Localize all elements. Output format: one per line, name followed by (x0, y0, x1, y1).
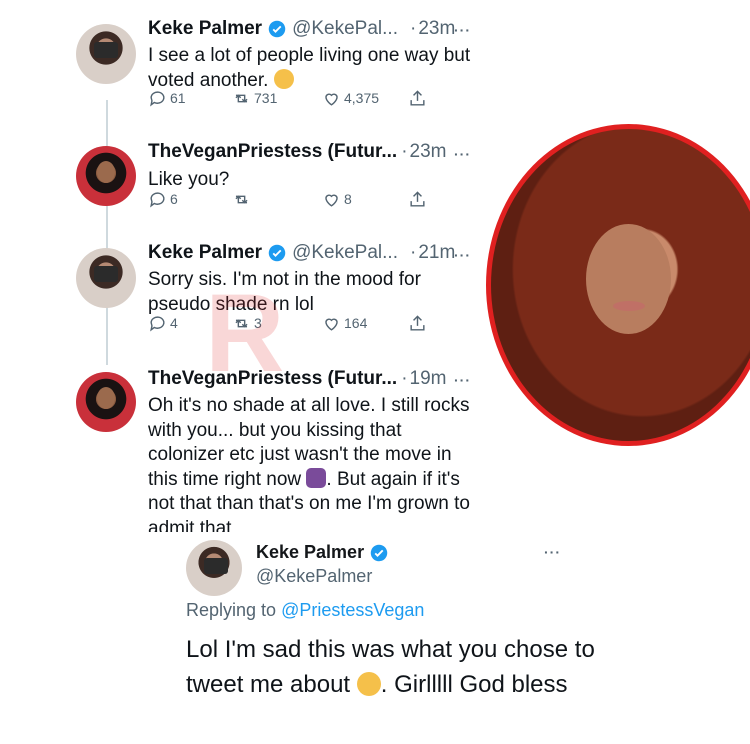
display-name[interactable]: TheVeganPriestess (Futur... (148, 368, 397, 390)
facepalm-emoji-icon (306, 467, 327, 488)
share-icon (410, 190, 425, 207)
replying-to: Replying to @PriestessVegan (186, 600, 424, 621)
tweet-text-content: Sorry sis. I'm not in the mood for pseud… (148, 269, 421, 315)
reply-name-line: Keke Palmer (256, 542, 394, 563)
share-icon (410, 314, 425, 331)
reply-icon (150, 191, 165, 208)
more-options-icon[interactable]: ··· (454, 22, 471, 38)
verified-badge-icon (370, 544, 388, 562)
reply-count: 61 (170, 90, 186, 106)
reply-icon (150, 315, 165, 332)
photo-face (586, 224, 671, 334)
reply-tweet[interactable]: Keke Palmer @KekePalmer ··· Replying to … (0, 532, 750, 744)
like-button[interactable]: 4,375 (322, 89, 379, 108)
separator-dot: · (401, 141, 408, 162)
share-icon (410, 89, 425, 106)
photo-lips (613, 301, 645, 311)
display-name[interactable]: Keke Palmer (148, 242, 262, 264)
heart-icon (325, 194, 338, 207)
separator-dot: · (409, 18, 417, 39)
timestamp[interactable]: 19m (410, 368, 447, 390)
avatar[interactable] (76, 372, 136, 432)
heart-icon (325, 318, 338, 331)
reply-count: 4 (170, 315, 178, 331)
reply-text-after: . Girlllll God bless (380, 671, 568, 698)
share-button[interactable] (408, 89, 430, 108)
like-count: 8 (344, 191, 352, 207)
more-options-icon[interactable]: ··· (454, 372, 471, 388)
tweet-text: I see a lot of people living one way but… (148, 44, 478, 93)
timestamp[interactable]: 21m (418, 242, 455, 264)
tweet-header: Keke Palmer @KekePal... · 23m (148, 18, 455, 40)
retweet-button[interactable]: 731 (232, 89, 277, 108)
woozy-emoji-icon (356, 672, 381, 696)
retweet-count: 731 (254, 90, 278, 106)
tweet-text-content: Like you? (148, 169, 230, 190)
more-options-icon[interactable]: ··· (544, 544, 561, 560)
separator-dot: · (401, 368, 408, 389)
handle[interactable]: @KekePal... (292, 242, 398, 264)
share-button[interactable] (408, 314, 430, 333)
timestamp[interactable]: 23m (418, 18, 455, 40)
tweet-text: Sorry sis. I'm not in the mood for pseud… (148, 268, 478, 317)
more-options-icon[interactable]: ··· (454, 247, 471, 263)
separator-dot: · (409, 242, 417, 263)
reply-button[interactable]: 4 (148, 314, 178, 333)
retweet-icon (235, 318, 248, 328)
display-name[interactable]: TheVeganPriestess (Futur... (148, 141, 397, 163)
handle[interactable]: @KekePal... (292, 18, 398, 40)
avatar[interactable] (76, 24, 136, 84)
thread-connector-line (106, 100, 108, 365)
replying-to-link[interactable]: @PriestessVegan (281, 600, 424, 620)
retweet-count: 3 (254, 315, 262, 331)
retweet-icon (235, 194, 248, 204)
handle[interactable]: @KekePalmer (256, 566, 372, 587)
like-count: 4,375 (344, 90, 380, 106)
like-button[interactable]: 8 (322, 190, 352, 209)
avatar[interactable] (186, 540, 242, 596)
tweet-text-content: I see a lot of people living one way but… (148, 45, 471, 91)
display-name[interactable]: Keke Palmer (256, 542, 364, 563)
heart-icon (325, 93, 338, 106)
tweet-header: TheVeganPriestess (Futur... · 19m (148, 368, 447, 390)
replying-prefix: Replying to (186, 600, 277, 620)
retweet-button[interactable] (232, 190, 254, 209)
like-button[interactable]: 164 (322, 314, 367, 333)
pensive-emoji-icon (273, 68, 294, 89)
tweet-header: Keke Palmer @KekePal... · 21m (148, 242, 455, 264)
retweet-icon (235, 93, 248, 103)
tweet-header: TheVeganPriestess (Futur... · 23m (148, 141, 447, 163)
timestamp[interactable]: 23m (410, 141, 447, 163)
avatar[interactable] (76, 146, 136, 206)
verified-badge-icon (268, 20, 286, 38)
more-options-icon[interactable]: ··· (454, 146, 471, 162)
reply-icon (150, 90, 165, 107)
verified-badge-icon (268, 244, 286, 262)
like-count: 164 (344, 315, 368, 331)
share-button[interactable] (408, 190, 430, 209)
display-name[interactable]: Keke Palmer (148, 18, 262, 40)
tweet-text: Oh it's no shade at all love. I still ro… (148, 394, 478, 541)
reply-text: Lol I'm sad this was what you chose to t… (186, 632, 606, 702)
reply-button[interactable]: 61 (148, 89, 186, 108)
retweet-button[interactable]: 3 (232, 314, 262, 333)
reply-count: 6 (170, 191, 178, 207)
reply-button[interactable]: 6 (148, 190, 178, 209)
avatar[interactable] (76, 248, 136, 308)
celebrity-photo (486, 124, 750, 446)
